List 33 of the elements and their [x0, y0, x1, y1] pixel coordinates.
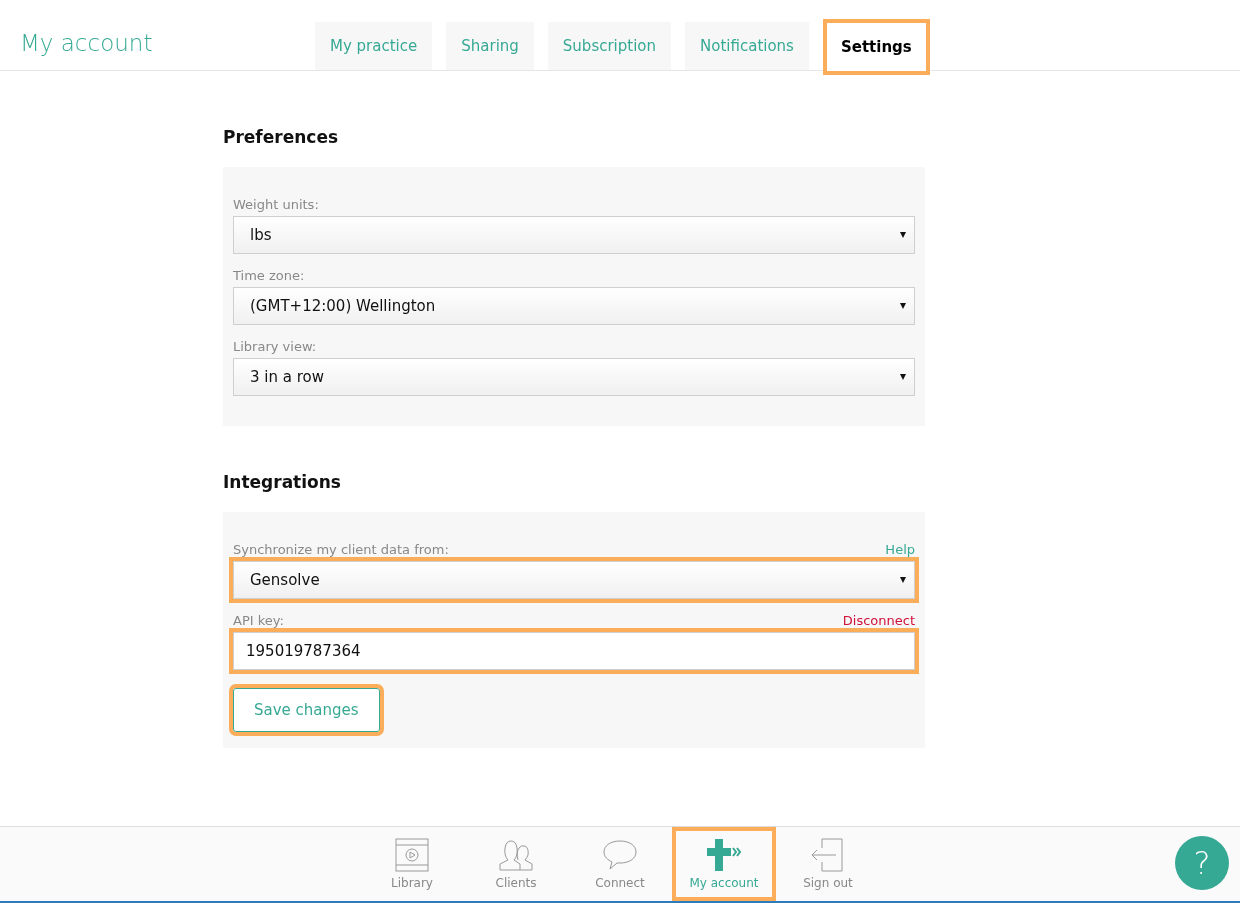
tab[interactable]: Sharing: [446, 22, 534, 70]
field-link[interactable]: Help: [885, 542, 915, 557]
field-label: Synchronize my client data from:: [233, 542, 449, 557]
select-field[interactable]: lbs: [233, 216, 915, 254]
nav-item[interactable]: My account: [672, 827, 776, 901]
nav-item[interactable]: Connect: [568, 827, 672, 901]
nav-item[interactable]: Clients: [464, 827, 568, 901]
speech-bubble-icon: [602, 838, 638, 872]
field-label: Weight units:: [233, 197, 319, 212]
tab[interactable]: Notifications: [685, 22, 809, 70]
film-icon: [394, 838, 430, 872]
tab[interactable]: Settings: [822, 19, 930, 75]
caret-icon: [900, 303, 906, 309]
section-heading: Integrations: [223, 472, 342, 492]
caret-icon: [900, 374, 906, 380]
page-title: My account: [20, 30, 153, 56]
caret-icon: [900, 577, 906, 583]
field-link[interactable]: Disconnect: [842, 613, 915, 628]
section-heading: Preferences: [223, 127, 340, 147]
cross-arrows-icon: [706, 838, 742, 872]
nav-item[interactable]: Sign out: [776, 827, 880, 901]
sign-out-icon: [810, 838, 846, 872]
field-label: Library view:: [233, 339, 317, 354]
help-button[interactable]: ?: [1175, 836, 1229, 890]
people-icon: [498, 838, 534, 872]
field-label: Time zone:: [233, 268, 305, 283]
tab[interactable]: Subscription: [547, 22, 672, 70]
nav-item[interactable]: Library: [360, 827, 464, 901]
select-field[interactable]: 3 in a row: [233, 358, 915, 396]
field-label: API key:: [233, 613, 284, 628]
select-field[interactable]: (GMT+12:00) Wellington: [233, 287, 915, 325]
tab[interactable]: My practice: [315, 22, 433, 70]
caret-icon: [900, 232, 906, 238]
